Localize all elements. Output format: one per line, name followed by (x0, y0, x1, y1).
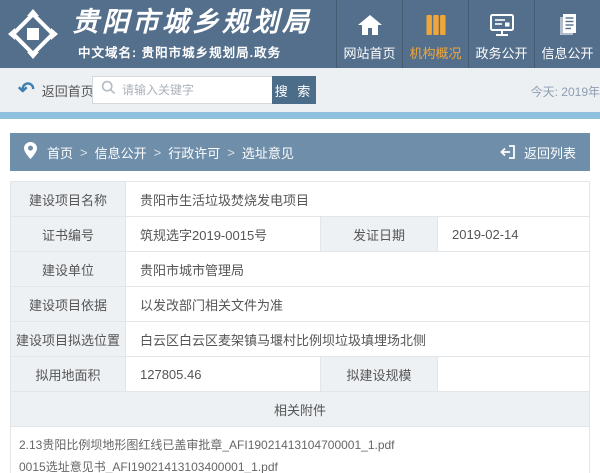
back-to-list-label: 返回列表 (524, 143, 576, 162)
nav-tab-label: 机构概况 (409, 43, 461, 62)
table-row: 建设单位 贵阳市城市管理局 (11, 252, 589, 287)
field-value: 以发改部门相关文件为准 (126, 287, 589, 321)
table-row: 拟用地面积 127805.46 拟建设规模 (11, 357, 589, 392)
table-row: 建设项目名称 贵阳市生活垃圾焚烧发电项目 (11, 182, 589, 217)
breadcrumb-separator: > (154, 145, 162, 160)
field-label: 证书编号 (11, 217, 126, 251)
undo-arrow-icon: ↶ (18, 80, 35, 100)
attachments-list: 2.13贵阳比例坝地形图红线已盖审批章_AFI19021413104700001… (11, 427, 589, 473)
field-value: 127805.46 (126, 357, 321, 391)
site-logo-icon (8, 9, 58, 59)
attachments-header: 相关附件 (11, 392, 589, 427)
table-row: 建设项目拟选位置 白云区白云区麦架镇马堰村比例坝垃圾填埋场北侧 (11, 322, 589, 357)
return-icon (500, 145, 516, 159)
field-value: 筑规选字2019-0015号 (126, 217, 321, 251)
nav-tab-label: 政务公开 (475, 43, 527, 62)
breadcrumb-item-home[interactable]: 首页 (47, 143, 73, 162)
breadcrumb-separator: > (227, 145, 235, 160)
site-subtitle: 中文域名: 贵阳市城乡规划局.政务 (72, 42, 312, 61)
breadcrumb-item-current: 选址意见 (242, 143, 294, 162)
breadcrumb-item-licensing[interactable]: 行政许可 (168, 143, 220, 162)
nav-tab-label: 网站首页 (343, 43, 395, 62)
toolbar: ↶ 返回首页 搜 索 今天: 2019年 (0, 68, 600, 112)
field-label: 发证日期 (321, 217, 438, 251)
today-date: 今天: 2019年 (531, 83, 600, 100)
site-title: 贵阳市城乡规划局 (72, 8, 312, 38)
table-row: 建设项目依据 以发改部门相关文件为准 (11, 287, 589, 322)
table-row: 证书编号 筑规选字2019-0015号 发证日期 2019-02-14 (11, 217, 589, 252)
field-label: 建设项目拟选位置 (11, 322, 126, 356)
field-value (438, 357, 589, 391)
nav-tab-gov-affairs[interactable]: 政务公开 (468, 0, 534, 68)
search-button[interactable]: 搜 索 (272, 76, 316, 104)
field-value: 2019-02-14 (438, 217, 589, 251)
field-label: 建设项目依据 (11, 287, 126, 321)
site-titles: 贵阳市城乡规划局 中文域名: 贵阳市城乡规划局.政务 (72, 8, 312, 61)
nav-tab-info-disclosure[interactable]: 信息公开 (534, 0, 600, 68)
spacer (0, 119, 600, 133)
field-value: 白云区白云区麦架镇马堰村比例坝垃圾填埋场北侧 (126, 322, 589, 356)
field-value: 贵阳市生活垃圾焚烧发电项目 (126, 182, 589, 216)
field-label: 建设单位 (11, 252, 126, 286)
back-home-label: 返回首页 (42, 81, 94, 100)
search-icon (101, 80, 116, 100)
books-icon (424, 7, 448, 37)
project-detail-table: 建设项目名称 贵阳市生活垃圾焚烧发电项目 证书编号 筑规选字2019-0015号… (10, 181, 590, 473)
field-value: 贵阳市城市管理局 (126, 252, 589, 286)
attachment-link-pdf[interactable]: 0015选址意见书_AFI19021413103400001_1.pdf (19, 456, 589, 473)
home-icon (357, 7, 383, 37)
pages-icon (556, 7, 580, 37)
back-home-button[interactable]: ↶ 返回首页 (18, 80, 94, 100)
main-nav: 网站首页 机构概况 (336, 0, 600, 68)
nav-tab-label: 信息公开 (541, 43, 593, 62)
location-pin-icon (24, 142, 37, 162)
attachment-link-pdf[interactable]: 2.13贵阳比例坝地形图红线已盖审批章_AFI19021413104700001… (19, 434, 589, 456)
back-to-list-button[interactable]: 返回列表 (500, 133, 576, 171)
nav-tab-home[interactable]: 网站首页 (336, 0, 402, 68)
nav-tab-about[interactable]: 机构概况 (402, 0, 468, 68)
breadcrumb-separator: > (80, 145, 88, 160)
field-label: 建设项目名称 (11, 182, 126, 216)
field-label: 拟用地面积 (11, 357, 126, 391)
site-header: 贵阳市城乡规划局 中文域名: 贵阳市城乡规划局.政务 网站首页 机构概况 (0, 0, 600, 68)
divider-strip (0, 112, 600, 119)
monitor-icon (489, 7, 515, 37)
breadcrumb: 首页 > 信息公开 > 行政许可 > 选址意见 返回列表 (10, 133, 590, 171)
breadcrumb-item-info[interactable]: 信息公开 (95, 143, 147, 162)
field-label: 拟建设规模 (321, 357, 438, 391)
